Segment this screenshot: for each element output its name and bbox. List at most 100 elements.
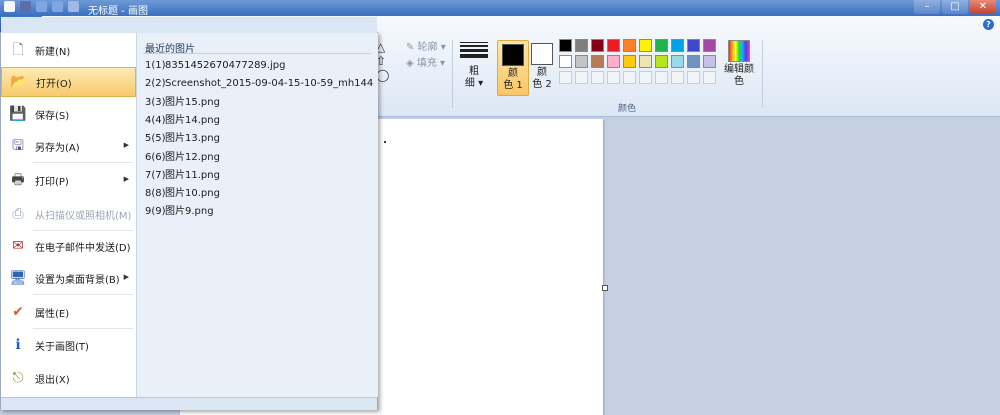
quick-save-icon[interactable]	[20, 1, 31, 12]
menu-item-info[interactable]: ℹ 关于画图(T)	[1, 330, 136, 360]
scanner-icon: ⎙	[12, 206, 24, 222]
palette-custom-slot[interactable]	[703, 71, 716, 84]
menu-item-label: 在电子邮件中发送(D)	[35, 242, 131, 254]
palette-custom-slot[interactable]	[607, 71, 620, 84]
menu-item-save-disk[interactable]: 💾 保存(S)	[1, 99, 136, 129]
canvas-resize-handle[interactable]	[602, 285, 608, 291]
fill-button[interactable]: ◈ 填充 ▾	[406, 56, 450, 72]
recent-item-number: 6(6)	[145, 151, 166, 163]
palette-color-swatch[interactable]	[575, 55, 588, 68]
size-label: 粗 细 ▾	[464, 66, 484, 89]
color1-button[interactable]: 颜 色 1	[497, 40, 529, 96]
palette-color-swatch[interactable]	[655, 39, 668, 52]
recent-picture-item[interactable]: 5(5)图片13.png	[145, 130, 373, 148]
palette-color-swatch[interactable]	[671, 55, 684, 68]
recent-item-filename: 83514526704​77289.jpg	[165, 60, 286, 71]
menu-item-desktop-background[interactable]: 🖥 设置为桌面背景(B) ▶	[1, 263, 136, 293]
callout-shape-icon[interactable]: ◯	[376, 68, 404, 82]
printer-icon: 🖶	[11, 172, 25, 188]
palette-custom-slot[interactable]	[687, 71, 700, 84]
palette-color-swatch[interactable]	[559, 39, 572, 52]
shapes-gallery[interactable]: △ ⇧ ◯	[376, 40, 404, 86]
recent-item-filename: 图片12.png	[165, 151, 220, 163]
palette-color-swatch[interactable]	[607, 55, 620, 68]
palette-color-swatch[interactable]	[655, 55, 668, 68]
menu-item-save-as[interactable]: 🖫 另存为(A) ▶	[1, 131, 136, 161]
recent-picture-item[interactable]: 8(8)图片10.png	[145, 185, 373, 203]
palette-custom-slot[interactable]	[639, 71, 652, 84]
palette-custom-slot[interactable]	[575, 71, 588, 84]
info-icon: ℹ	[15, 337, 21, 353]
paint-application-menu: 🗋 新建(N) 📂 打开(O) 💾 保存(S) 🖫 另存为(A) ▶ 🖶 打印(P) ▶ ⎙ 从扫描仪或照…	[0, 17, 378, 410]
palette-color-swatch[interactable]	[639, 55, 652, 68]
customize-qat-icon[interactable]	[68, 1, 79, 12]
palette-color-swatch[interactable]	[607, 39, 620, 52]
arrow-shape-icon[interactable]: ⇧	[376, 54, 404, 68]
recent-item-filename: 图片14.png	[165, 114, 220, 126]
palette-color-swatch[interactable]	[671, 39, 684, 52]
recent-picture-item[interactable]: 4(4)图片14.png	[145, 112, 373, 130]
recent-item-number: 2(2)	[145, 78, 166, 90]
menu-item-properties-check[interactable]: ✔ 属性(E)	[1, 297, 136, 327]
menu-item-label: 从扫描仪或照相机(M)	[35, 210, 132, 222]
palette-custom-slot[interactable]	[559, 71, 572, 84]
app-icon[interactable]	[4, 1, 15, 12]
edit-colors-icon	[728, 40, 750, 62]
recent-item-number: 7(7)	[145, 169, 166, 181]
palette-color-swatch[interactable]	[687, 55, 700, 68]
edit-colors-button[interactable]: 编辑颜色	[720, 40, 758, 88]
menu-item-label: 退出(X)	[35, 374, 70, 386]
palette-color-swatch[interactable]	[639, 39, 652, 52]
recent-picture-item[interactable]: 3(3)图片15.png	[145, 94, 373, 112]
help-icon[interactable]: ?	[983, 19, 994, 30]
palette-custom-slot[interactable]	[655, 71, 668, 84]
menu-item-scanner[interactable]: ⎙ 从扫描仪或照相机(M)	[1, 199, 136, 229]
menu-item-label: 新建(N)	[35, 46, 71, 58]
canvas-mark	[384, 141, 386, 143]
menu-commands: 🗋 新建(N) 📂 打开(O) 💾 保存(S) 🖫 另存为(A) ▶ 🖶 打印(P) ▶ ⎙ 从扫描仪或照…	[1, 33, 136, 397]
color2-swatch	[531, 43, 553, 65]
recent-pictures-panel: 最近的图片 1(1)83514526704​77289.jpg 2(2)Scree…	[136, 33, 378, 397]
recent-item-number: 3(3)	[145, 96, 166, 108]
recent-picture-item[interactable]: 6(6)图片12.png	[145, 149, 373, 167]
outline-button[interactable]: ✎ 轮廓 ▾	[406, 40, 450, 56]
recent-divider	[143, 53, 371, 54]
exit-icon: ⎋	[12, 370, 24, 386]
close-button[interactable]: ✕	[970, 0, 996, 14]
undo-icon[interactable]	[36, 1, 47, 12]
recent-item-number: 1(1)	[145, 60, 166, 71]
palette-color-swatch[interactable]	[703, 39, 716, 52]
menu-item-exit[interactable]: ⎋ 退出(X)	[1, 363, 136, 393]
palette-color-swatch[interactable]	[575, 39, 588, 52]
recent-picture-item[interactable]: 1(1)83514526704​77289.jpg	[145, 57, 373, 75]
palette-custom-slot[interactable]	[623, 71, 636, 84]
color2-button[interactable]: 颜 色 2	[530, 40, 554, 94]
submenu-arrow-icon: ▶	[123, 141, 129, 149]
maximize-button[interactable]: □	[942, 0, 968, 14]
redo-icon[interactable]	[52, 1, 63, 12]
recent-item-number: 5(5)	[145, 133, 166, 145]
recent-picture-item[interactable]: 9(9)图片9.png	[145, 203, 373, 221]
menu-item-new-document[interactable]: 🗋 新建(N)	[1, 35, 136, 65]
minimize-button[interactable]: –	[914, 0, 940, 14]
palette-custom-slot[interactable]	[591, 71, 604, 84]
recent-picture-item[interactable]: 7(7)图片11.png	[145, 167, 373, 185]
menu-separator	[33, 294, 133, 295]
palette-color-swatch[interactable]	[591, 55, 604, 68]
palette-custom-slot[interactable]	[671, 71, 684, 84]
palette-color-swatch[interactable]	[703, 55, 716, 68]
palette-color-swatch[interactable]	[559, 55, 572, 68]
menu-item-printer[interactable]: 🖶 打印(P) ▶	[1, 165, 136, 195]
save-as-icon: 🖫	[12, 138, 24, 154]
palette-color-swatch[interactable]	[591, 39, 604, 52]
palette-color-swatch[interactable]	[623, 39, 636, 52]
triangle-shape-icon[interactable]: △	[376, 40, 404, 54]
menu-item-open-folder[interactable]: 📂 打开(O)	[1, 67, 136, 97]
recent-picture-item[interactable]: 2(2)Screenshot_2015-09-04-15-10-59_mh144…	[145, 75, 373, 93]
recent-item-filename: 图片13.png	[165, 133, 220, 145]
size-button[interactable]: 粗 细 ▾	[456, 40, 492, 90]
palette-color-swatch[interactable]	[623, 55, 636, 68]
color1-swatch	[502, 44, 524, 66]
menu-item-email[interactable]: ✉ 在电子邮件中发送(D)	[1, 231, 136, 261]
palette-color-swatch[interactable]	[687, 39, 700, 52]
